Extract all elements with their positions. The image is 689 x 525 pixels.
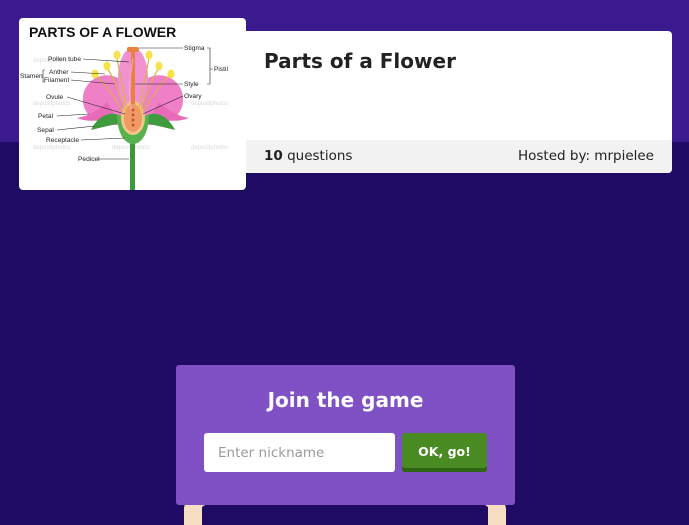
ovule-dot bbox=[131, 123, 135, 127]
question-count: 10 questions bbox=[264, 148, 352, 164]
label-ovary: Ovary bbox=[184, 93, 202, 100]
diagram-title: PARTS OF A FLOWER bbox=[29, 24, 176, 40]
label-petal: Petal bbox=[38, 113, 54, 120]
question-count-number: 10 bbox=[264, 148, 283, 164]
label-filament: Filament bbox=[44, 77, 69, 84]
label-pollen-tube: Pollen tube bbox=[48, 56, 81, 63]
quiz-info-card: Parts of a Flower 10 questions Hosted by… bbox=[246, 31, 672, 173]
stigma-shape bbox=[127, 47, 139, 52]
host-label: Hosted by: mrpielee bbox=[517, 148, 654, 164]
join-game-panel: Join the game OK, go! bbox=[176, 365, 515, 505]
join-title: Join the game bbox=[267, 388, 424, 412]
label-sepal: Sepal bbox=[37, 127, 54, 134]
watermark: depositphotos bbox=[33, 145, 70, 151]
label-pedicel: Pedicel bbox=[78, 156, 100, 163]
ovule-dot bbox=[131, 113, 135, 117]
label-pistil: Pistil bbox=[214, 66, 228, 73]
ovule-dot bbox=[131, 108, 135, 112]
question-count-label: questions bbox=[287, 148, 353, 164]
label-anther: Anther bbox=[49, 69, 69, 76]
stem-shape bbox=[130, 136, 135, 190]
watermark: depositphotos bbox=[191, 145, 228, 151]
label-style: Style bbox=[184, 81, 199, 88]
watermark: depositphotos bbox=[191, 101, 228, 107]
label-stigma: Stigma bbox=[184, 45, 205, 52]
ok-go-button[interactable]: OK, go! bbox=[402, 433, 487, 472]
label-ovule: Ovule bbox=[46, 94, 64, 101]
flower-diagram: PARTS OF A FLOWER depositphotos depositp… bbox=[20, 24, 228, 190]
quiz-cover-image: PARTS OF A FLOWER depositphotos depositp… bbox=[19, 18, 246, 190]
watermark: depositphotos bbox=[33, 101, 70, 107]
nickname-input[interactable] bbox=[204, 433, 395, 472]
quiz-title: Parts of a Flower bbox=[264, 49, 456, 73]
label-receptacle: Receptacle bbox=[46, 137, 79, 144]
ovule-dot bbox=[131, 118, 135, 122]
quiz-info-footer: 10 questions Hosted by: mrpielee bbox=[246, 140, 672, 173]
label-stamen: Stamen bbox=[20, 73, 43, 80]
ovary-inner-shape bbox=[124, 104, 142, 132]
